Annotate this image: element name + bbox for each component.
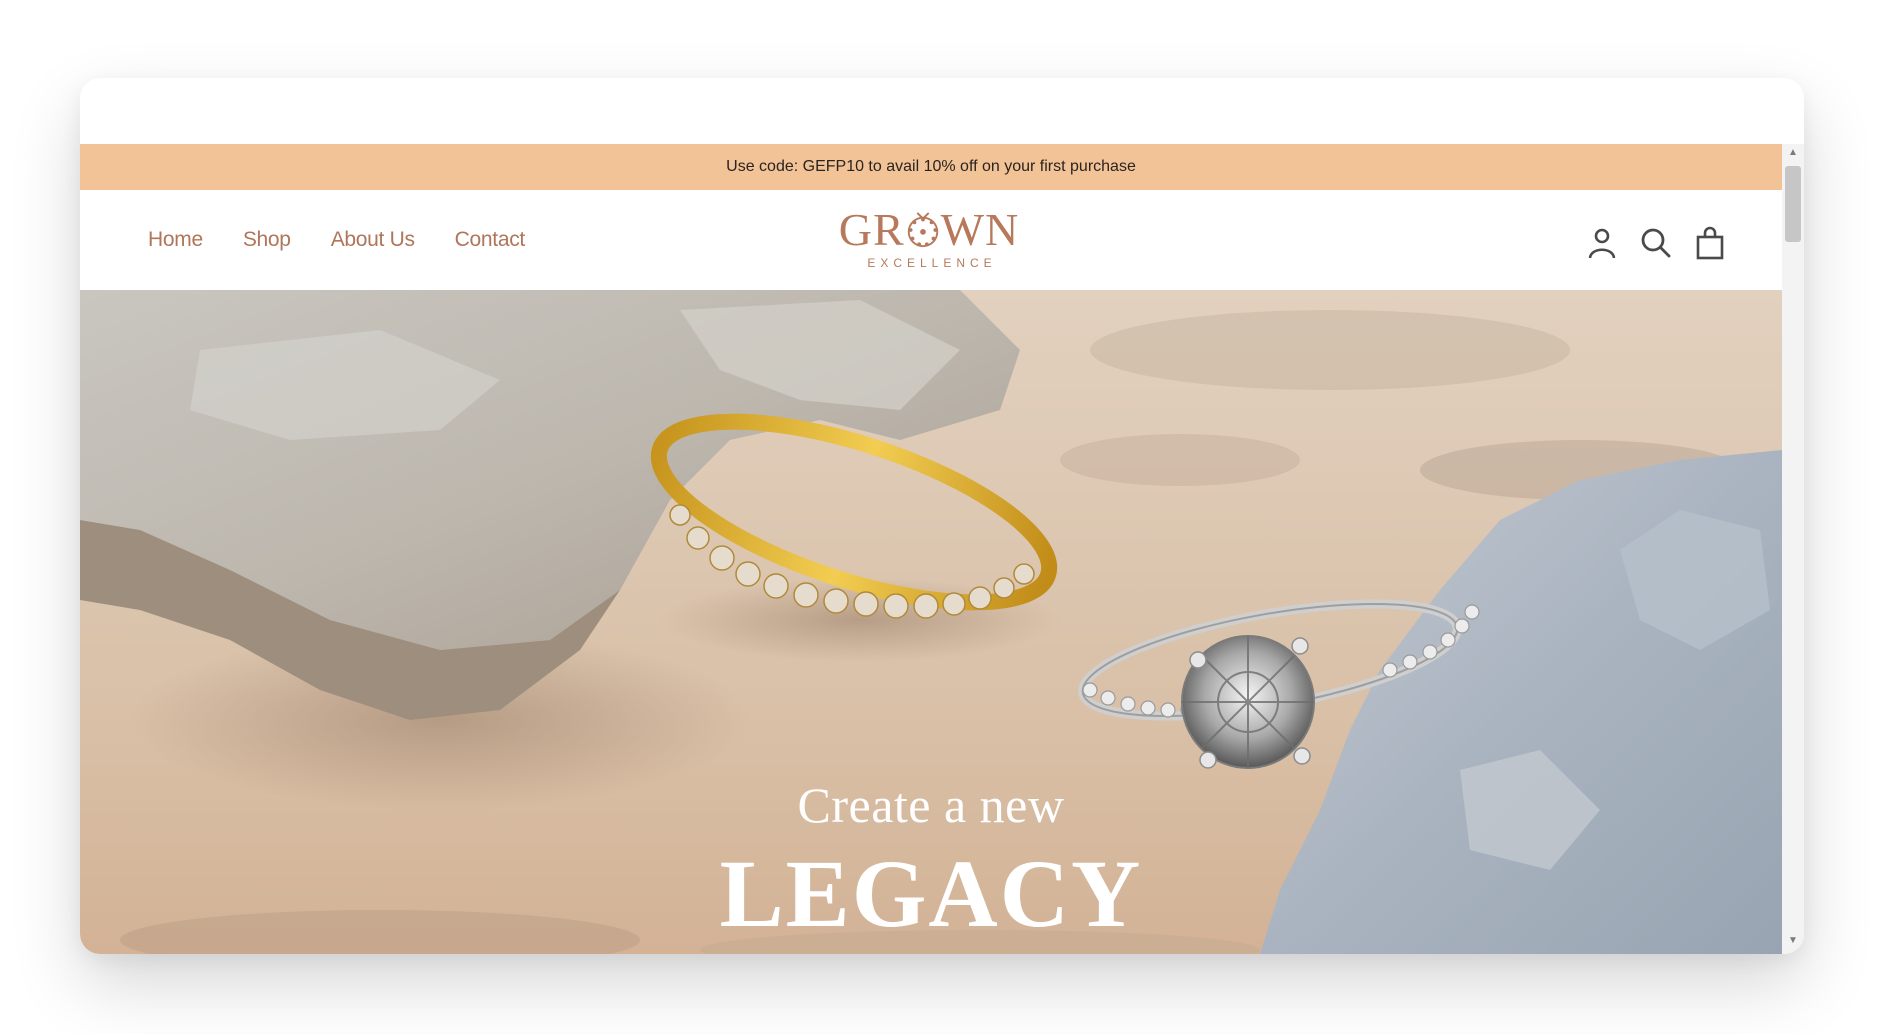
account-icon[interactable]	[1586, 226, 1618, 260]
scroll-up-arrow-icon[interactable]: ▲	[1782, 144, 1804, 162]
brand-logo[interactable]: GR WN EXCELLENCE	[824, 206, 1034, 271]
shopping-bag-icon[interactable]	[1694, 226, 1726, 260]
header-icons	[1586, 226, 1726, 260]
site-header: Home Shop About Us Contact GR WN EXCELLE…	[80, 190, 1782, 290]
nav-contact-link[interactable]: Contact	[455, 228, 526, 252]
main-nav: Home Shop About Us Contact	[148, 228, 525, 252]
nav-about-link[interactable]: About Us	[331, 228, 415, 252]
hero-headline: Create a new	[797, 777, 1065, 833]
logo-word-left: GR	[838, 204, 905, 255]
diamond-gem-icon	[907, 212, 938, 248]
nav-shop-link[interactable]: Shop	[243, 228, 291, 252]
logo-subtitle: EXCELLENCE	[867, 256, 997, 270]
logo-word-right: WN	[940, 204, 1020, 255]
logo-wordmark: GR WN	[824, 206, 1034, 254]
vertical-scrollbar[interactable]: ▲ ▼	[1782, 144, 1804, 954]
search-icon[interactable]	[1640, 226, 1672, 260]
browser-window: Use code: GEFP10 to avail 10% off on you…	[80, 78, 1804, 954]
hero-title: LEGACY	[719, 840, 1143, 947]
page-viewport: Use code: GEFP10 to avail 10% off on you…	[80, 144, 1782, 954]
nav-home-link[interactable]: Home	[148, 228, 203, 252]
announcement-bar: Use code: GEFP10 to avail 10% off on you…	[80, 144, 1782, 190]
hero-banner: Create a new LEGACY	[80, 290, 1782, 954]
scroll-down-arrow-icon[interactable]: ▼	[1782, 932, 1804, 950]
scrollbar-thumb[interactable]	[1785, 166, 1801, 242]
